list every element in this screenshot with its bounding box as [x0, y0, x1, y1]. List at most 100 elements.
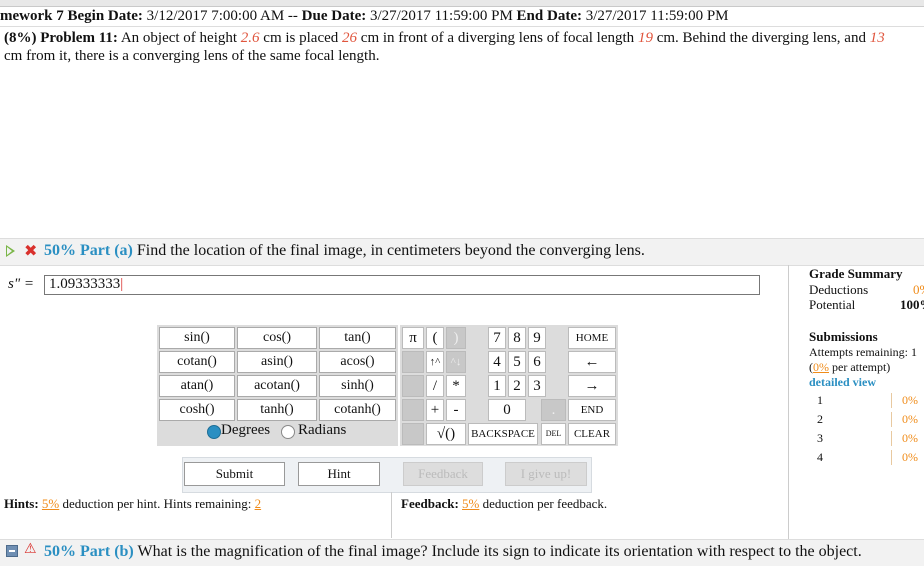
feedback-pct: 5% [462, 496, 480, 511]
part-a-pct: 50% [44, 242, 76, 259]
part-a-label: Part (a) [80, 242, 133, 259]
digit-8[interactable]: 8 [508, 327, 526, 349]
digit-7[interactable]: 7 [488, 327, 506, 349]
submission-number: 4 [817, 450, 823, 464]
part-a-question: Find the location of the final image, in… [136, 242, 645, 259]
degrees-radio[interactable] [207, 425, 221, 439]
answer-input[interactable]: 1.09333333| [44, 275, 760, 295]
clear-key[interactable]: CLEAR [568, 423, 616, 445]
text-cursor: | [120, 276, 124, 292]
radians-radio[interactable] [281, 425, 295, 439]
part-a-bar[interactable]: ✖ 50% Part (a) Find the location of the … [0, 238, 924, 266]
deductions-label: Deductions [809, 282, 869, 297]
hints-info: Hints: 5% deduction per hint. Hints rema… [4, 496, 261, 512]
rparen-key: ) [446, 327, 466, 349]
digit-3[interactable]: 3 [528, 375, 546, 397]
warning-icon: ⚠ [24, 541, 37, 557]
sin-button[interactable]: sin() [159, 327, 235, 349]
blank-key [402, 375, 424, 397]
minus-key[interactable]: - [446, 399, 466, 421]
submission-pct: 0% [891, 450, 924, 465]
begin-date: 3/12/2017 7:00:00 AM [146, 8, 285, 24]
submissions-title: Submissions [809, 329, 878, 344]
multiply-key[interactable]: * [446, 375, 466, 397]
right-arrow-key[interactable]: → [568, 375, 616, 397]
digit-2[interactable]: 2 [508, 375, 526, 397]
feedback-text: deduction per feedback. [479, 496, 608, 511]
plus-key[interactable]: + [426, 399, 444, 421]
digit-6[interactable]: 6 [528, 351, 546, 373]
digit-1[interactable]: 1 [488, 375, 506, 397]
digit-0[interactable]: 0 [488, 399, 526, 421]
feedback-button: Feedback [403, 462, 483, 486]
begin-label: Begin Date: [67, 8, 143, 24]
acotan-button[interactable]: acotan() [237, 375, 317, 397]
detailed-view-link[interactable]: detailed view [809, 375, 876, 390]
feedback-info: Feedback: 5% deduction per feedback. [401, 496, 607, 512]
submission-pct: 0% [891, 412, 924, 427]
cotanh-button[interactable]: cotanh() [319, 399, 396, 421]
per-attempt-pct: 0% [813, 360, 829, 374]
decimal-key: . [541, 399, 566, 421]
cosh-button[interactable]: cosh() [159, 399, 235, 421]
var-height: 2.6 [240, 30, 260, 46]
tanh-button[interactable]: tanh() [237, 399, 317, 421]
grade-summary: Grade Summary Deductions 0% Potential 10… [788, 265, 924, 540]
atan-button[interactable]: atan() [159, 375, 235, 397]
home-key[interactable]: HOME [568, 327, 616, 349]
hw-name: mework 7 [0, 8, 64, 24]
submission-number: 1 [817, 393, 823, 407]
problem-text-4: cm. Behind the diverging lens, and [652, 30, 870, 46]
left-arrow-key[interactable]: ← [568, 351, 616, 373]
var-distance: 26 [342, 30, 358, 46]
feedback-label: Feedback: [401, 496, 459, 511]
del-key[interactable]: DEL [541, 423, 566, 445]
sqrt-key[interactable]: √() [426, 423, 466, 445]
part-a-title: 50% Part (a) Find the location of the fi… [44, 242, 645, 260]
submit-button[interactable]: Submit [184, 462, 285, 486]
end-label: End Date: [516, 8, 582, 24]
digit-4[interactable]: 4 [488, 351, 506, 373]
deductions-value: 0% [913, 282, 924, 297]
expand-arrow-icon[interactable] [6, 245, 15, 257]
cotan-button[interactable]: cotan() [159, 351, 235, 373]
submission-row: 4 0% [789, 450, 924, 469]
due-date: 3/27/2017 11:59:00 PM [370, 8, 513, 24]
down-power-key: ^↓ [446, 351, 466, 373]
blank-key [402, 351, 424, 373]
submission-row: 3 0% [789, 431, 924, 450]
tan-button[interactable]: tan() [319, 327, 396, 349]
acos-button[interactable]: acos() [319, 351, 396, 373]
asin-button[interactable]: asin() [237, 351, 317, 373]
part-b-pct: 50% [44, 543, 76, 560]
end-key[interactable]: END [568, 399, 616, 421]
cos-button[interactable]: cos() [237, 327, 317, 349]
give-up-button: I give up! [505, 462, 587, 486]
blank-key [402, 399, 424, 421]
incorrect-x-icon: ✖ [24, 241, 38, 260]
lparen-key[interactable]: ( [426, 327, 444, 349]
var-focal: 19 [637, 30, 653, 46]
digit-5[interactable]: 5 [508, 351, 526, 373]
part-b-label: Part (b) [80, 543, 134, 560]
backspace-key[interactable]: BACKSPACE [468, 423, 538, 445]
hint-button[interactable]: Hint [298, 462, 380, 486]
divide-key[interactable]: / [426, 375, 444, 397]
degrees-label: Degrees [221, 422, 271, 438]
sinh-button[interactable]: sinh() [319, 375, 396, 397]
pi-key[interactable]: π [402, 327, 424, 349]
per-attempt: (0% per attempt) [809, 360, 891, 374]
submission-pct: 0% [891, 431, 924, 446]
hints-text: deduction per hint. Hints remaining: [59, 496, 255, 511]
problem-text-2: cm is placed [259, 30, 343, 46]
grade-title: Grade Summary [809, 266, 903, 281]
part-b-question: What is the magnification of the final i… [137, 543, 862, 560]
potential-value: 100% [900, 297, 924, 312]
digit-9[interactable]: 9 [528, 327, 546, 349]
radians-label: Radians [298, 422, 347, 438]
problem-text-5: cm from it, there is a converging lens o… [4, 48, 380, 64]
end-date: 3/27/2017 11:59:00 PM [585, 8, 729, 24]
up-power-key[interactable]: ↑^ [426, 351, 444, 373]
part-b-bar[interactable]: ⚠ 50% Part (b) What is the magnification… [0, 539, 924, 566]
collapse-icon[interactable] [6, 545, 18, 557]
